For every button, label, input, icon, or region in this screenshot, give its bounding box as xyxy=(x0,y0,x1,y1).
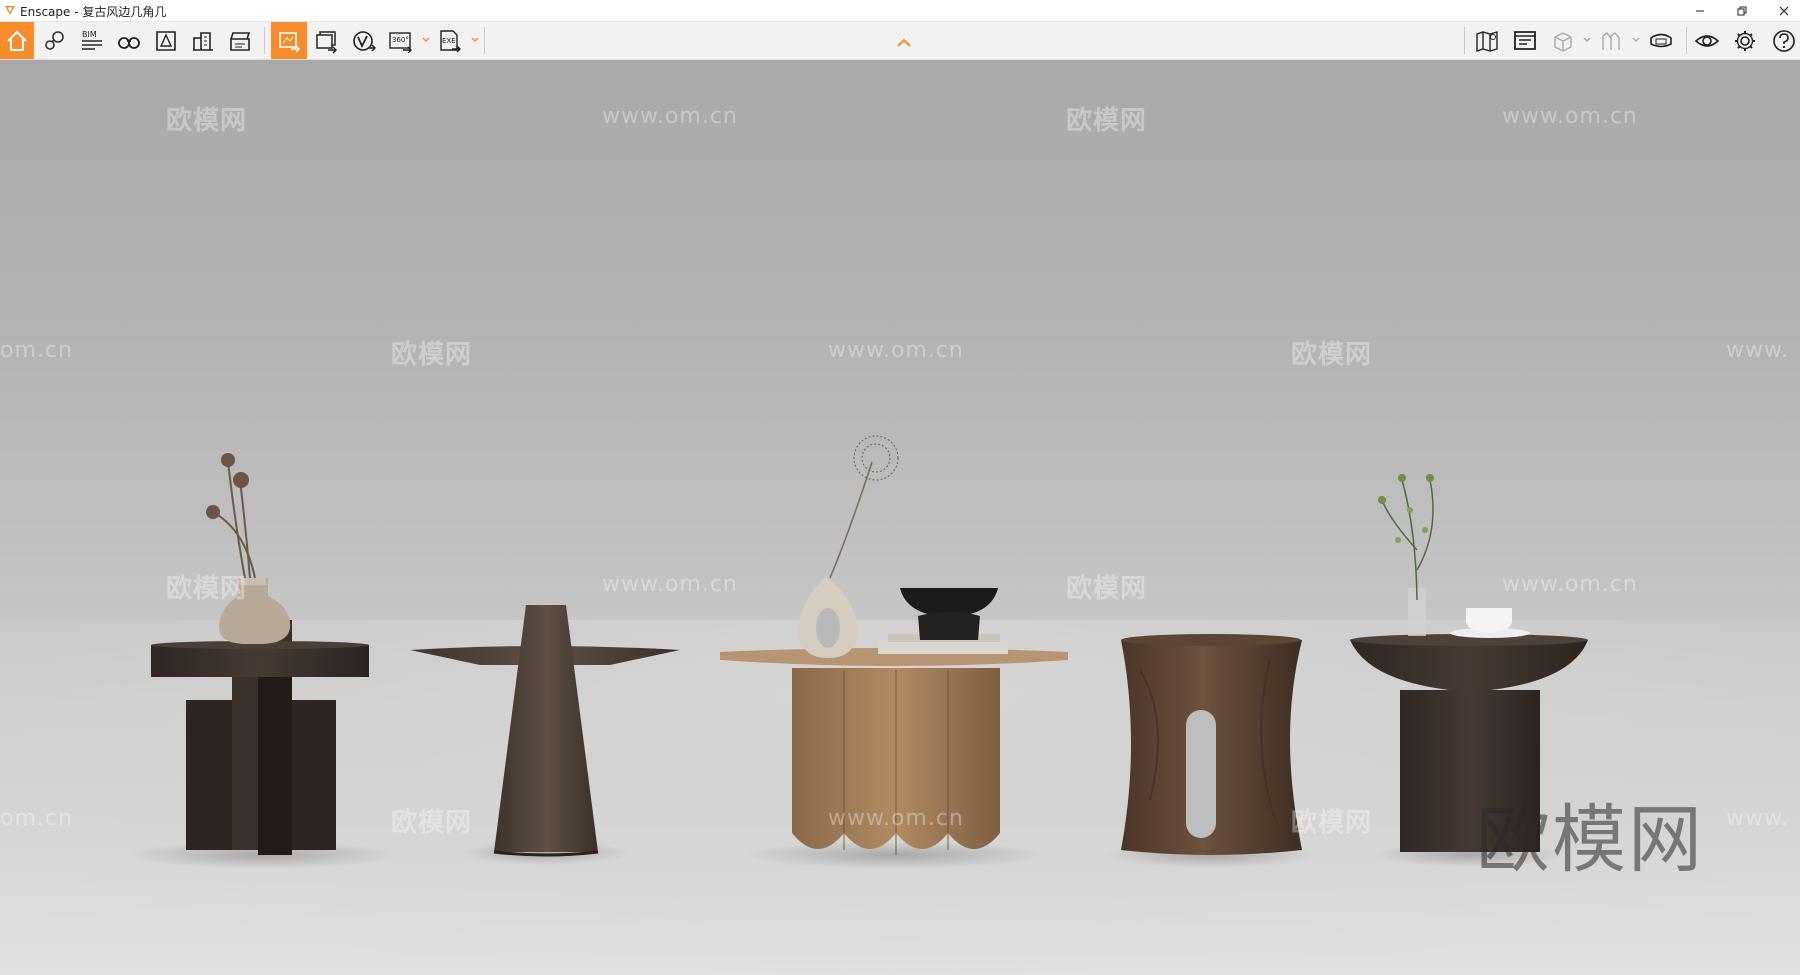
panorama-label: 360° xyxy=(392,36,409,44)
render-screenshot-icon xyxy=(279,31,301,53)
minimize-button[interactable] xyxy=(1680,0,1720,21)
watermark-url: www.om.cn xyxy=(1502,104,1638,129)
window-icon xyxy=(1514,30,1536,50)
watermark-url: www.om.cn xyxy=(828,338,964,363)
binoculars-icon xyxy=(118,36,140,49)
watermark-url: www. xyxy=(1726,806,1789,831)
headset-icon xyxy=(1650,33,1672,47)
restore-icon xyxy=(1737,6,1747,15)
map-button[interactable] xyxy=(1472,22,1502,59)
watermark-url: om.cn xyxy=(0,806,73,831)
watermark-url: om.cn xyxy=(0,338,73,363)
visual-settings-button[interactable] xyxy=(1692,22,1722,59)
watermark-text: 欧模网 xyxy=(391,340,473,370)
minimize-icon xyxy=(1696,10,1704,11)
chevron-up-icon[interactable] xyxy=(896,38,912,48)
watermark-text: 欧模网 xyxy=(166,106,248,136)
gear-icon xyxy=(1735,30,1755,51)
watermark-url: www.om.cn xyxy=(602,104,738,129)
asset-library-button[interactable] xyxy=(151,22,181,59)
export-dropdown-icon[interactable] xyxy=(471,36,479,44)
large-watermark: 欧模网 xyxy=(1476,797,1704,883)
watermark-text: 欧模网 xyxy=(1066,574,1148,604)
bim-label: BIM xyxy=(82,30,97,39)
clapperboard-icon xyxy=(230,31,251,51)
settings-button[interactable] xyxy=(1730,22,1760,59)
toolbar-separator xyxy=(1464,27,1465,54)
panorama-button[interactable]: 360° xyxy=(386,22,416,59)
home-icon xyxy=(7,30,27,51)
toolbar-separator xyxy=(1686,27,1687,54)
watermark-url: www.om.cn xyxy=(602,572,738,597)
panorama-360-icon: 360° xyxy=(389,31,412,53)
binoculars-button[interactable] xyxy=(114,22,144,59)
eye-icon xyxy=(1694,34,1720,47)
watermark-text: 欧模网 xyxy=(166,574,248,604)
toolbar: BIM 360° EXE xyxy=(0,22,1800,60)
cube-dropdown-icon[interactable] xyxy=(1583,36,1591,44)
watermark-url: www.om.cn xyxy=(1502,572,1638,597)
vr-export-icon xyxy=(353,30,376,51)
watermark-text: 欧模网 xyxy=(1066,106,1148,136)
bim-button[interactable]: BIM xyxy=(77,22,107,59)
help-icon xyxy=(1773,29,1795,52)
carved-wood-stool xyxy=(1121,634,1302,855)
title-bar: Enscape - 复古风边几角几 xyxy=(0,0,1800,22)
location-pin-icon xyxy=(45,30,64,50)
vr-export-button[interactable] xyxy=(349,22,379,59)
close-icon xyxy=(1779,6,1789,15)
help-button[interactable] xyxy=(1768,22,1798,59)
watermark-text: 欧模网 xyxy=(391,808,473,838)
window-button[interactable] xyxy=(1510,22,1540,59)
headset-button[interactable] xyxy=(1646,22,1676,59)
watermark-url: www. xyxy=(1726,338,1789,363)
asset-library-icon xyxy=(156,30,176,51)
export-exe-icon: EXE xyxy=(440,29,461,52)
video-editor-button[interactable] xyxy=(225,22,255,59)
render-viewport[interactable]: 欧模网 www.om.cn 欧模网 www.om.cn om.cn 欧模网 ww… xyxy=(0,60,1800,975)
restore-button[interactable] xyxy=(1722,0,1762,21)
watermark-text: 欧模网 xyxy=(1291,340,1373,370)
chart-button[interactable] xyxy=(1597,22,1627,59)
cube-icon xyxy=(1554,31,1572,52)
home-button[interactable] xyxy=(0,22,34,59)
toolbar-separator xyxy=(484,27,485,54)
toolbar-separator xyxy=(264,27,265,54)
watermark-text: 欧模网 xyxy=(1291,808,1373,838)
batch-render-button[interactable] xyxy=(312,22,342,59)
chart-icon xyxy=(1602,31,1620,50)
batch-render-icon xyxy=(316,30,337,53)
close-button[interactable] xyxy=(1764,0,1800,21)
exe-label: EXE xyxy=(442,37,456,45)
bim-icon: BIM xyxy=(82,30,102,50)
chart-dropdown-icon[interactable] xyxy=(1632,36,1640,44)
export-exe-button[interactable]: EXE xyxy=(435,22,465,59)
site-context-button[interactable] xyxy=(188,22,218,59)
render-screenshot-button[interactable] xyxy=(271,22,307,59)
map-icon xyxy=(1476,30,1498,52)
cube-button[interactable] xyxy=(1548,22,1578,59)
watermark-url: www.om.cn xyxy=(828,806,964,831)
window-title: Enscape - 复古风边几角几 xyxy=(20,5,167,19)
view-management-button[interactable] xyxy=(40,22,70,59)
enscape-logo-icon xyxy=(5,6,15,15)
panorama-dropdown-icon[interactable] xyxy=(422,36,430,44)
buildings-icon xyxy=(193,31,213,51)
